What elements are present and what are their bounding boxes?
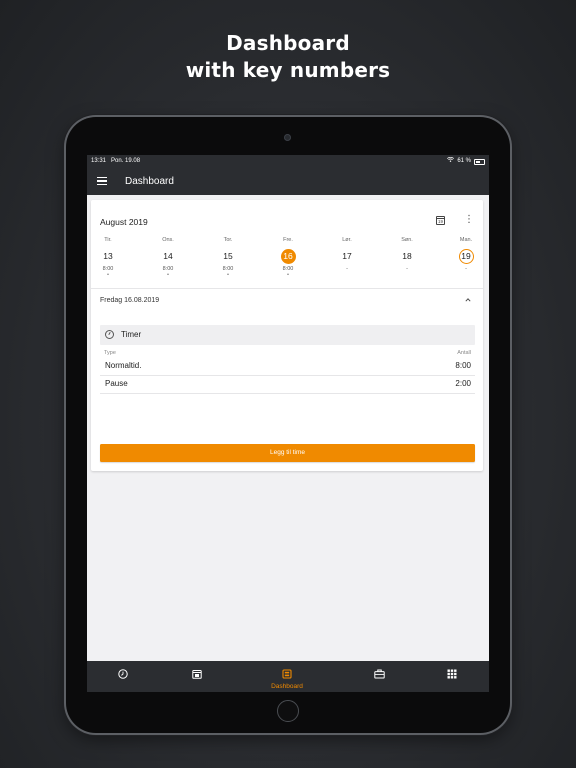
day-number: 14 <box>163 251 173 261</box>
day-hours: - <box>465 266 467 272</box>
status-time: 13:31 <box>91 158 107 164</box>
selected-date[interactable]: Fredag 16.08.2019 <box>100 297 159 304</box>
add-time-button[interactable]: Legg til time <box>100 444 475 462</box>
tablet-frame: 13:31 Pon. 19.08 61 % Dashboard August 2… <box>66 117 510 733</box>
divider <box>91 288 483 289</box>
day-cell[interactable]: Ons. 14 8:00 • <box>148 236 188 278</box>
briefcase-icon <box>374 669 385 679</box>
dashboard-nav-icon <box>282 669 292 679</box>
day-number: 17 <box>342 251 352 261</box>
day-dot: • <box>107 272 109 278</box>
day-name: Ons. <box>162 237 174 243</box>
column-header-type: Type <box>104 350 116 356</box>
day-hours: - <box>406 266 408 272</box>
day-number-today: 19 <box>458 249 474 264</box>
timer-section-header: Timer <box>100 325 475 345</box>
day-name: Tir. <box>104 237 112 243</box>
home-button[interactable] <box>277 700 299 722</box>
nav-apps[interactable] <box>422 661 482 692</box>
day-name: Man. <box>459 237 473 243</box>
battery-icon <box>474 158 485 165</box>
app-bar-title: Dashboard <box>125 176 174 187</box>
promo-line-2: with key numbers <box>185 58 391 82</box>
day-cell-selected[interactable]: Fre. 16 8:00 • <box>268 236 308 278</box>
clock-icon <box>105 330 114 339</box>
status-bar: 13:31 Pon. 19.08 61 % <box>87 155 489 168</box>
day-dot: • <box>287 272 289 278</box>
promo-headline: Dashboard with key numbers <box>0 30 576 84</box>
day-number: 13 <box>103 251 113 261</box>
promo-line-1: Dashboard <box>226 31 350 55</box>
status-left: 13:31 Pon. 19.08 <box>91 155 140 168</box>
bottom-navigation: Dashboard <box>87 661 489 692</box>
day-cell[interactable]: Tor. 15 8:00 • <box>208 236 248 278</box>
nav-dashboard-label: Dashboard <box>271 683 303 690</box>
day-name: Søn. <box>401 237 413 243</box>
app-screen: 13:31 Pon. 19.08 61 % Dashboard August 2… <box>87 155 489 692</box>
day-number: 15 <box>223 251 233 261</box>
nav-calendar[interactable] <box>167 661 227 692</box>
row-value: 2:00 <box>455 379 471 388</box>
day-cell[interactable]: Tir. 13 8:00 • <box>88 236 128 278</box>
day-cell[interactable]: Lør. 17 - <box>327 236 367 273</box>
wifi-icon <box>447 155 455 168</box>
calendar-icon[interactable]: 19 <box>436 216 445 225</box>
calendar-nav-icon <box>192 670 202 679</box>
hamburger-menu-icon[interactable] <box>97 177 107 186</box>
table-row: Pause 2:00 <box>100 375 475 394</box>
day-number-selected: 16 <box>280 249 296 264</box>
status-date: Pon. 19.08 <box>111 158 141 164</box>
day-dot: • <box>227 272 229 278</box>
row-label: Normaltid. <box>105 361 142 370</box>
battery-percent: 61 % <box>457 158 471 164</box>
week-strip: Tir. 13 8:00 • Ons. 14 8:00 • Tor. 15 8:… <box>91 236 483 286</box>
more-vertical-icon[interactable]: ⋮ <box>464 214 474 226</box>
nav-projects[interactable] <box>349 661 409 692</box>
table-row: Normaltid. 8:00 <box>100 357 475 376</box>
front-camera <box>284 134 291 141</box>
calendar-month: August 2019 <box>100 217 148 227</box>
timer-section-label: Timer <box>121 330 142 339</box>
day-hours: - <box>346 266 348 272</box>
main-content: August 2019 19 ⋮ Tir. 13 8:00 • Ons. 14 … <box>87 195 489 661</box>
status-right: 61 % <box>447 155 485 168</box>
day-number: 18 <box>402 251 412 261</box>
day-cell-today[interactable]: Man. 19 - <box>446 236 486 273</box>
row-label: Pause <box>105 379 128 388</box>
nav-timer[interactable] <box>93 661 153 692</box>
column-header-count: Antall <box>457 350 471 356</box>
day-name: Lør. <box>342 237 352 243</box>
day-name: Tor. <box>223 237 233 243</box>
grid-icon <box>447 669 457 679</box>
nav-dashboard[interactable]: Dashboard <box>257 661 317 692</box>
day-name: Fre. <box>283 237 293 243</box>
app-bar: Dashboard <box>87 168 489 195</box>
row-value: 8:00 <box>455 361 471 370</box>
day-dot: • <box>167 272 169 278</box>
dashboard-card: August 2019 19 ⋮ Tir. 13 8:00 • Ons. 14 … <box>91 200 483 471</box>
day-cell[interactable]: Søn. 18 - <box>387 236 427 273</box>
chevron-up-icon[interactable] <box>465 297 471 303</box>
clock-nav-icon <box>118 669 128 679</box>
